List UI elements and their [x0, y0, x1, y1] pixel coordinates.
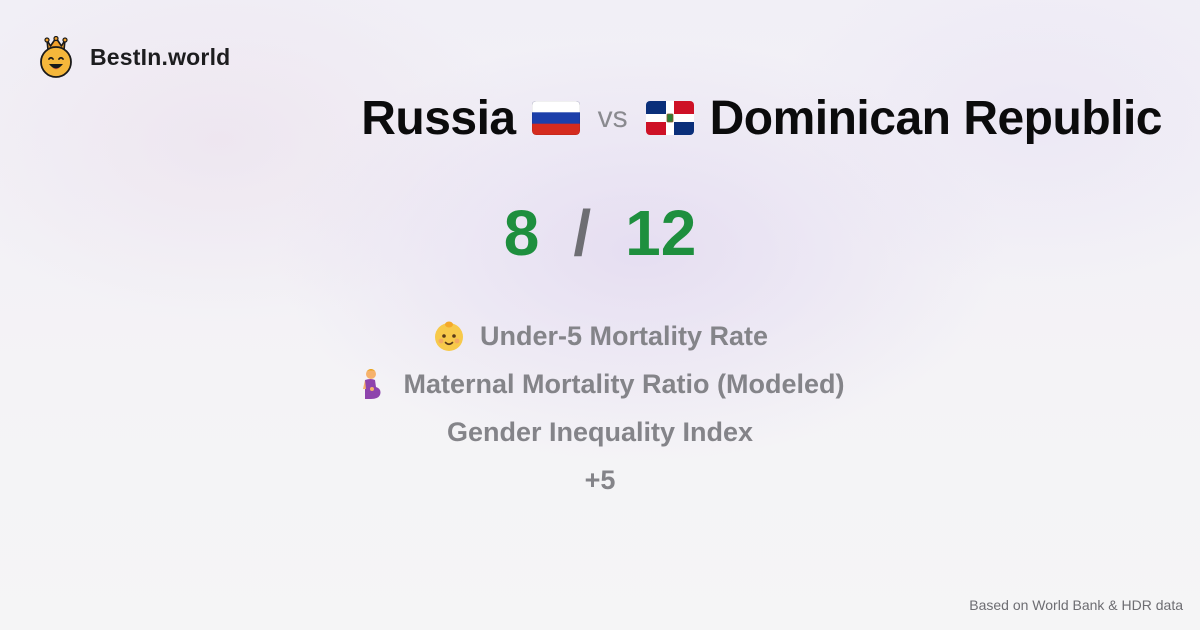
score-comparison: 8 / 12 [0, 196, 1200, 270]
metric-item: Gender Inequality Index [447, 408, 753, 456]
metric-list: Under-5 Mortality Rate Maternal Mortalit… [0, 312, 1200, 504]
metric-item: Under-5 Mortality Rate [432, 312, 768, 360]
crown-smiley-icon [40, 36, 72, 78]
metric-label: Under-5 Mortality Rate [479, 320, 769, 351]
left-score: 8 [503, 197, 540, 269]
metric-item: Maternal Mortality Ratio (Modeled) [355, 360, 845, 408]
pregnant-woman-icon [363, 369, 381, 399]
comparison-title: Russia vs Dominican Republic [361, 88, 1162, 148]
russia-flag-icon [531, 101, 580, 135]
metric-label: Maternal Mortality Ratio (Modeled) [403, 368, 845, 399]
metric-label: Gender Inequality Index [446, 416, 754, 447]
score-separator: / [573, 197, 592, 269]
baby-icon [434, 321, 463, 351]
more-metrics-count: +5 [585, 456, 616, 504]
metric-label: +5 [584, 464, 616, 495]
brand-name: BestIn.world [90, 43, 231, 70]
data-source-note: Based on World Bank & HDR data [969, 597, 1183, 613]
brand[interactable]: BestIn.world [38, 36, 230, 78]
vs-label: vs [597, 101, 628, 134]
right-country-name: Dominican Republic [709, 91, 1163, 145]
dominican-republic-flag-icon [645, 101, 694, 135]
left-country-name: Russia [361, 91, 516, 145]
right-score: 12 [625, 197, 697, 269]
